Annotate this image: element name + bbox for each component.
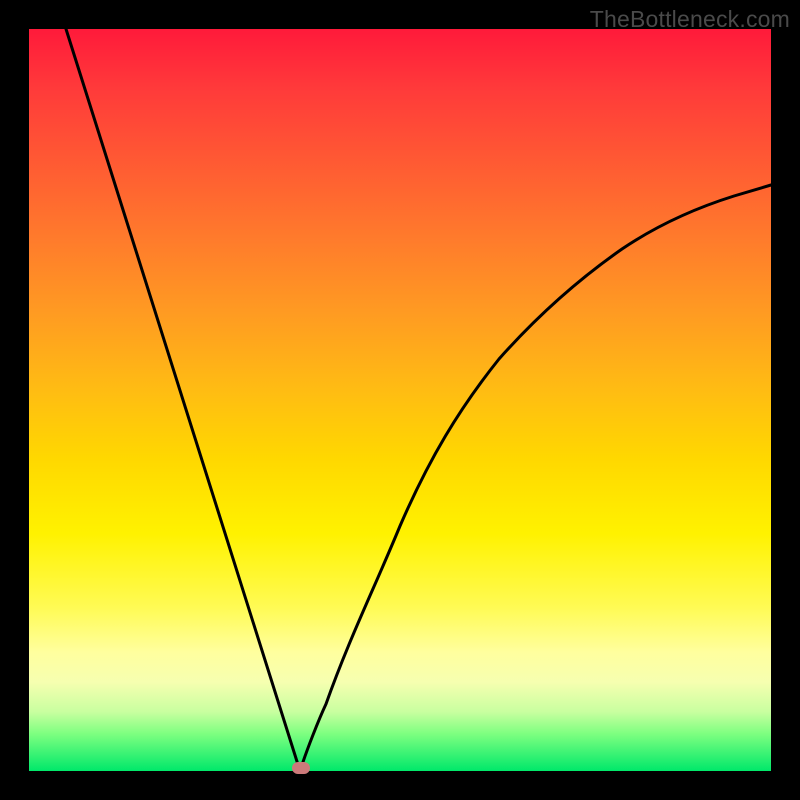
watermark-text: TheBottleneck.com [590, 6, 790, 33]
min-marker [292, 762, 310, 774]
chart-frame: TheBottleneck.com [0, 0, 800, 800]
plot-area [29, 29, 771, 771]
